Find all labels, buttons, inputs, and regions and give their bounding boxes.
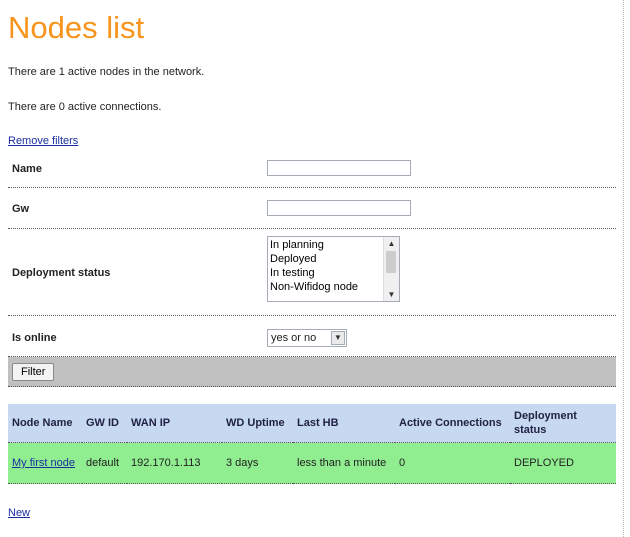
column-header-deployment-status: Deployment status xyxy=(510,404,616,443)
column-header-wd-uptime: WD Uptime xyxy=(222,404,293,443)
remove-filters-link[interactable]: Remove filters xyxy=(8,135,78,147)
deployment-status-filter-label: Deployment status xyxy=(12,267,111,279)
listbox-scrollbar[interactable]: ▲ ▼ xyxy=(383,237,399,301)
filter-bar: Filter xyxy=(8,357,616,387)
gw-id-cell: default xyxy=(82,442,127,484)
wd-uptime-cell: 3 days xyxy=(222,442,293,484)
is-online-selected-value: yes or no xyxy=(271,332,317,344)
nodes-table: Node Name GW ID WAN IP WD Uptime Last HB… xyxy=(8,404,616,484)
listbox-option[interactable]: Non-Wifidog node xyxy=(268,280,383,294)
new-node-link[interactable]: New xyxy=(8,507,30,519)
gw-filter-input[interactable] xyxy=(267,200,411,216)
name-filter-label: Name xyxy=(12,163,42,175)
listbox-option[interactable]: In testing xyxy=(268,266,383,280)
name-filter-input[interactable] xyxy=(267,160,411,176)
filter-row-is-online: Is online yes or no ▼ xyxy=(8,316,616,357)
filter-row-name: Name xyxy=(8,150,616,188)
is-online-filter-label: Is online xyxy=(12,332,57,344)
column-header-wan-ip: WAN IP xyxy=(127,404,222,443)
last-hb-cell: less than a minute xyxy=(293,442,395,484)
active-connections-text: There are 0 active connections. xyxy=(8,101,162,113)
wan-ip-cell: 192.170.1.113 xyxy=(127,442,222,484)
node-name-cell: My first node xyxy=(8,442,82,484)
node-name-link[interactable]: My first node xyxy=(12,457,75,469)
listbox-option[interactable]: Deployed xyxy=(268,252,383,266)
is-online-select[interactable]: yes or no ▼ xyxy=(267,329,347,347)
scroll-up-icon[interactable]: ▲ xyxy=(384,237,399,250)
scroll-down-icon[interactable]: ▼ xyxy=(384,288,399,301)
table-header-row: Node Name GW ID WAN IP WD Uptime Last HB… xyxy=(8,404,616,443)
right-dotted-border xyxy=(623,0,624,537)
deployment-status-cell: DEPLOYED xyxy=(510,442,616,484)
column-header-active-connections: Active Connections xyxy=(395,404,510,443)
column-header-last-hb: Last HB xyxy=(293,404,395,443)
filter-button[interactable]: Filter xyxy=(12,363,55,381)
filter-row-gw: Gw xyxy=(8,188,616,229)
scrollbar-thumb[interactable] xyxy=(386,251,396,273)
listbox-option[interactable]: In planning xyxy=(268,238,383,252)
deployment-status-listbox[interactable]: In planning Deployed In testing Non-Wifi… xyxy=(267,236,400,302)
chevron-down-icon[interactable]: ▼ xyxy=(331,331,345,345)
page-title: Nodes list xyxy=(8,10,145,45)
column-header-gw-id: GW ID xyxy=(82,404,127,443)
column-header-node-name: Node Name xyxy=(8,404,82,443)
gw-filter-label: Gw xyxy=(12,203,30,215)
filter-form: Name Gw Deployment status In planning De… xyxy=(8,150,616,387)
active-connections-cell: 0 xyxy=(395,442,510,484)
table-row: My first node default 192.170.1.113 3 da… xyxy=(8,442,616,484)
filter-row-deployment-status: Deployment status In planning Deployed I… xyxy=(8,229,616,316)
active-nodes-text: There are 1 active nodes in the network. xyxy=(8,66,205,78)
